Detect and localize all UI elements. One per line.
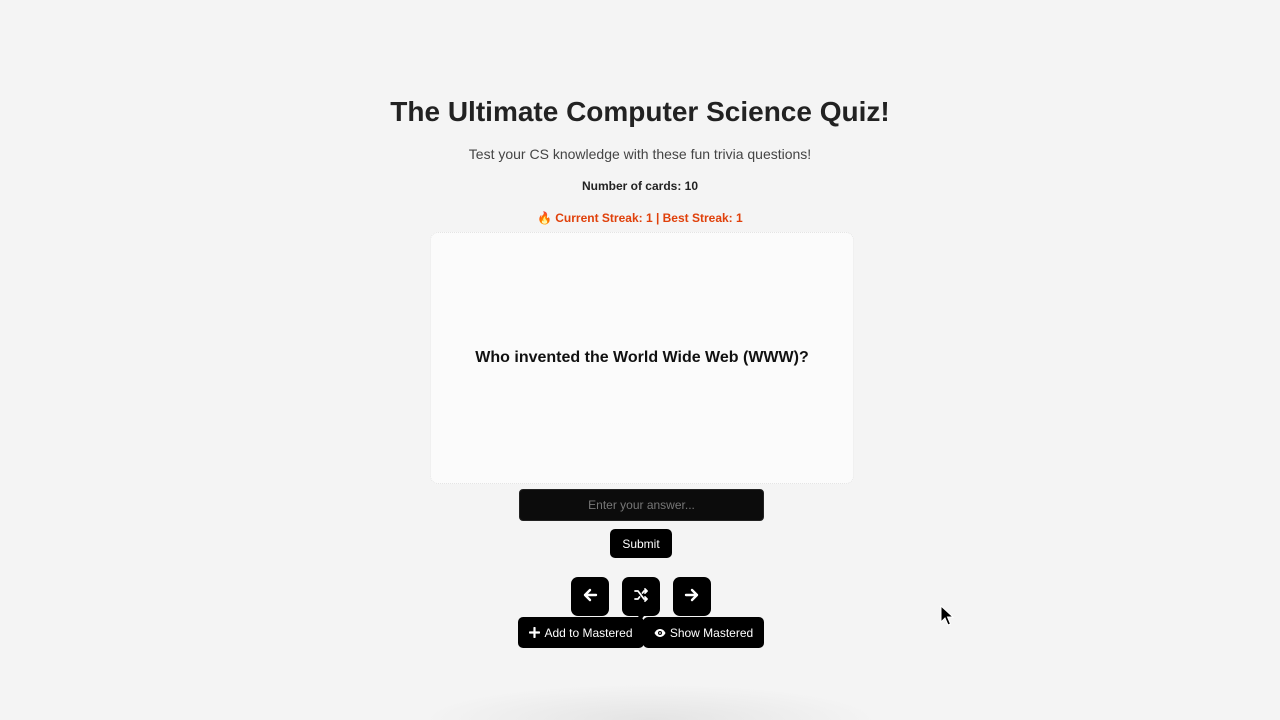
show-mastered-button[interactable]: Show Mastered xyxy=(643,617,764,648)
add-to-mastered-label: Add to Mastered xyxy=(544,625,633,640)
mouse-cursor-icon xyxy=(940,604,955,632)
submit-button[interactable]: Submit xyxy=(610,529,672,558)
quiz-page: The Ultimate Computer Science Quiz! Test… xyxy=(0,0,1280,720)
bottom-shadow xyxy=(420,684,880,720)
shuffle-icon xyxy=(633,587,649,606)
fire-icon: 🔥 xyxy=(537,211,553,225)
previous-button[interactable] xyxy=(571,577,609,616)
show-mastered-label: Show Mastered xyxy=(669,625,754,640)
page-subtitle: Test your CS knowledge with these fun tr… xyxy=(468,146,812,162)
flashcard[interactable]: Who invented the World Wide Web (WWW)? xyxy=(430,232,854,484)
plus-icon xyxy=(529,627,541,638)
page-title: The Ultimate Computer Science Quiz! xyxy=(390,96,890,127)
streak-display: 🔥 Current Streak: 1 | Best Streak: 1 xyxy=(0,210,1280,226)
answer-input[interactable] xyxy=(519,489,764,521)
streak-text: Current Streak: 1 | Best Streak: 1 xyxy=(555,211,743,225)
shuffle-button[interactable] xyxy=(622,577,660,616)
add-to-mastered-button[interactable]: Add to Mastered xyxy=(518,617,644,648)
next-button[interactable] xyxy=(673,577,711,616)
question-text: Who invented the World Wide Web (WWW)? xyxy=(475,349,809,366)
arrow-right-icon xyxy=(684,587,700,606)
eye-icon xyxy=(654,628,666,638)
card-count: Number of cards: 10 xyxy=(581,179,699,193)
arrow-left-icon xyxy=(582,587,598,606)
